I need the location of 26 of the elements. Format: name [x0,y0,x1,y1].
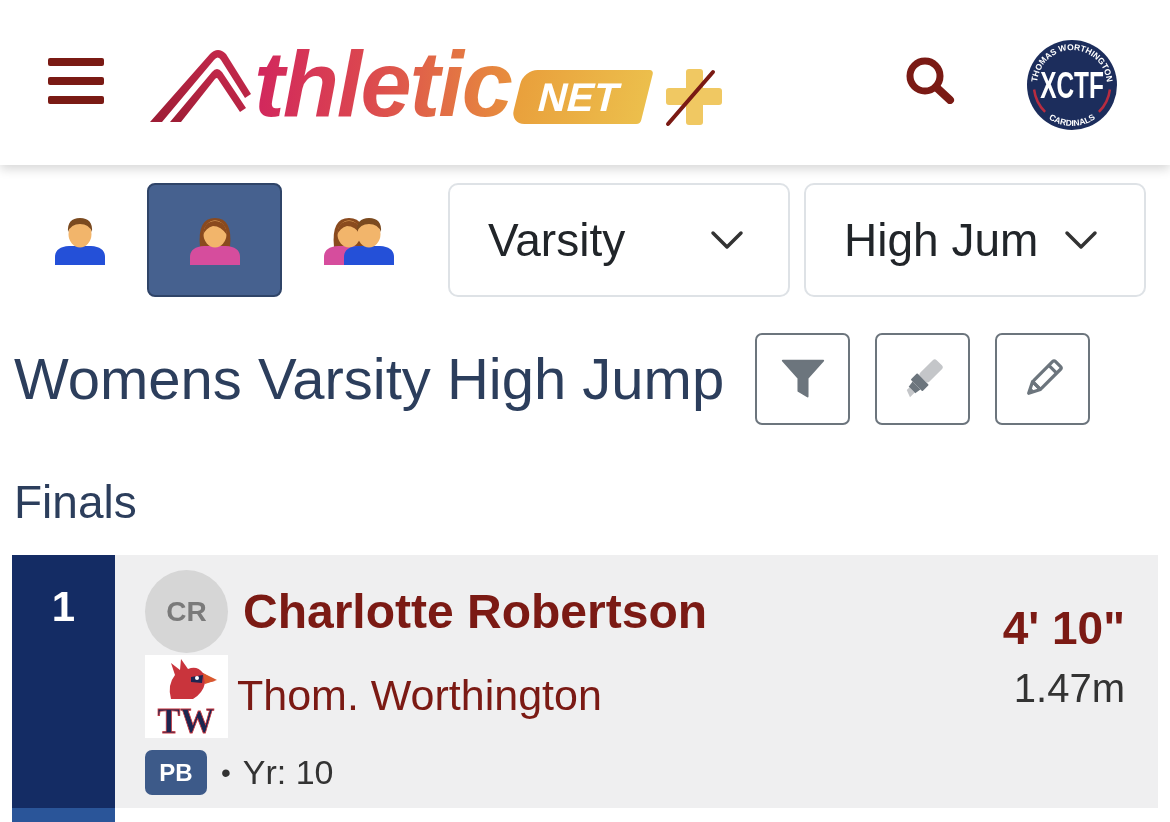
chevron-down-icon [1064,230,1098,250]
metric-conversion: 1.47m [1012,665,1125,712]
school-logo-letters: TW [157,701,215,738]
dropdown-select[interactable]: High Jum [804,183,1146,297]
chevron-down-icon [710,230,744,250]
edit-button[interactable] [995,333,1091,425]
search-button[interactable] [905,55,955,104]
school-name-link[interactable]: Thom. Worthington [237,663,602,728]
dropdown-select[interactable]: Varsity [448,183,790,297]
initials-avatar: CR [145,570,228,653]
section-heading: Finals [14,475,137,530]
menu-icon [48,57,104,104]
bullet-separator: • [221,755,231,790]
cardinal-head-icon [169,659,217,699]
menu-button[interactable] [48,57,104,104]
athlete-name-link[interactable]: Charlotte Robertson [243,575,707,648]
team-name-arc: CARDINALS [1047,111,1097,128]
grade-text: Yr: 10 [242,752,334,793]
pb-badge: PB [145,750,207,795]
gender-toggle[interactable] [147,183,282,297]
filter-button[interactable] [755,333,851,425]
highlighter-button[interactable] [875,333,971,425]
place-number: 1 [51,582,76,632]
search-icon [905,55,955,104]
result-mark: 4' 10" [1002,601,1125,656]
page-title: Womens Varsity High Jump [14,345,725,413]
